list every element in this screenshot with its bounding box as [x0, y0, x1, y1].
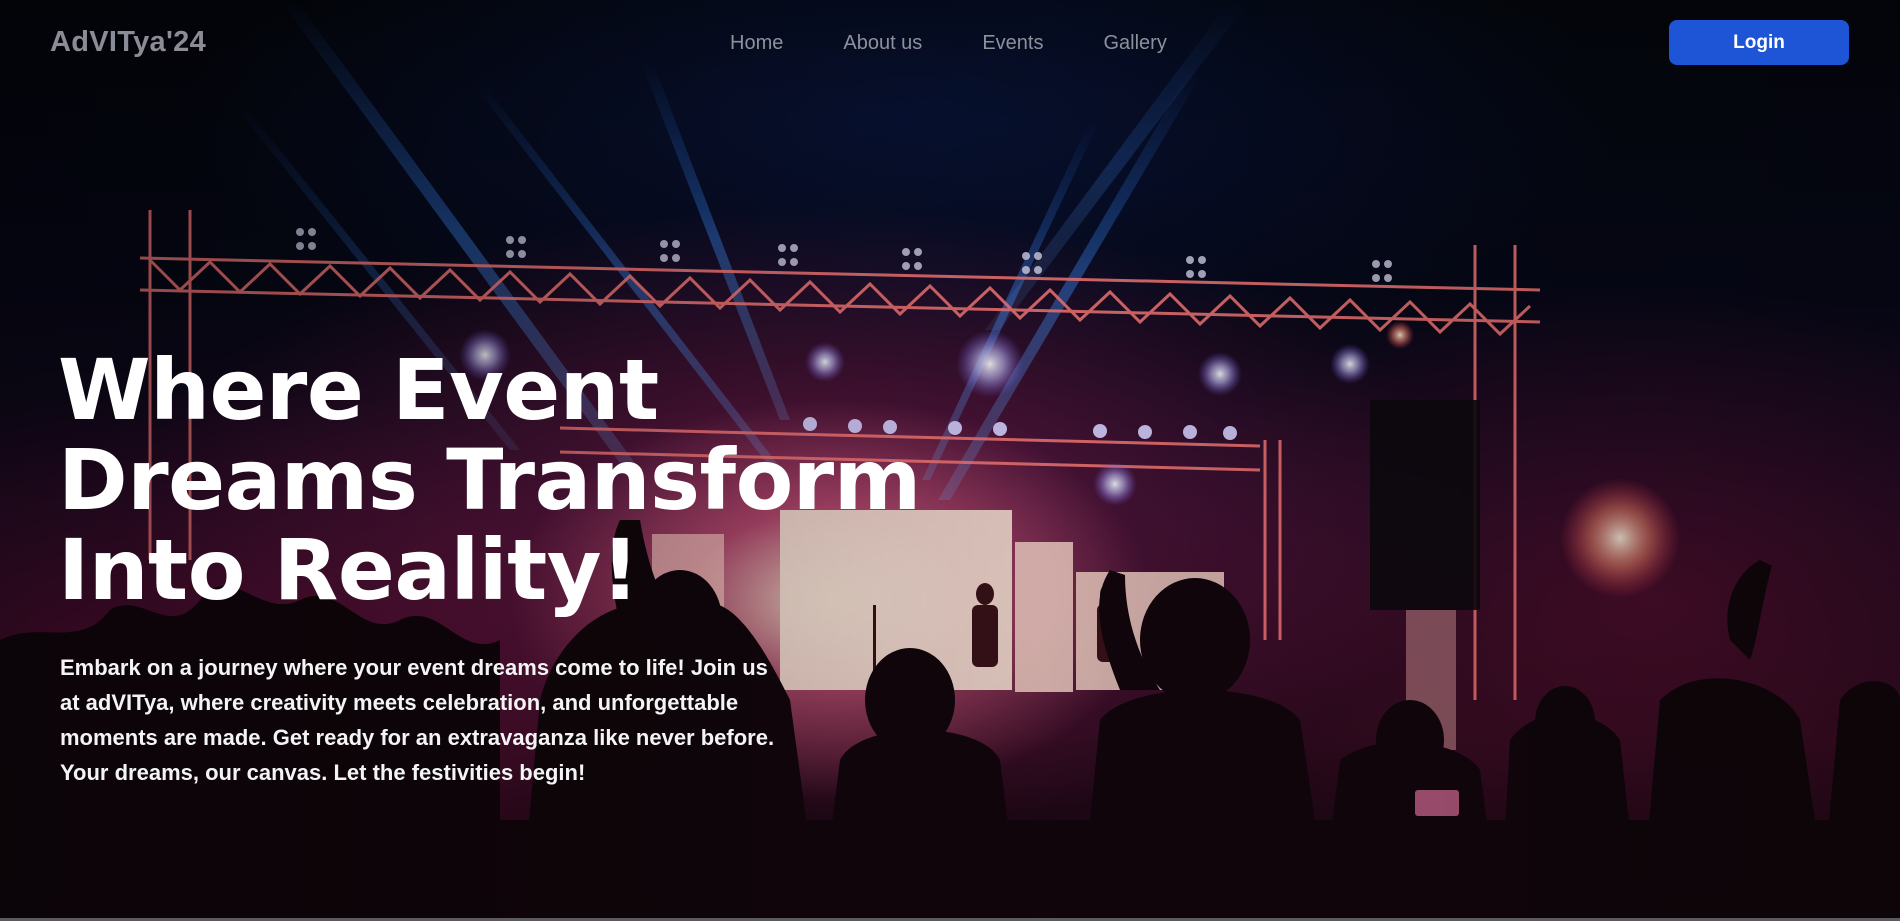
- nav-links: Home About us Events Gallery: [730, 32, 1167, 55]
- brand-logo[interactable]: AdVITya'24: [50, 26, 206, 59]
- hero-title: Where Event Dreams Transform Into Realit…: [58, 345, 958, 615]
- landing-page: AdVITya'24 Home About us Events Gallery …: [0, 0, 1900, 921]
- hero-title-line-3: Into Reality!: [58, 521, 639, 619]
- hero-description: Embark on a journey where your event dre…: [60, 655, 775, 785]
- hero-title-line-2: Dreams Transform: [58, 431, 921, 529]
- hero-title-line-1: Where Event: [58, 341, 659, 439]
- top-navbar: AdVITya'24 Home About us Events Gallery …: [0, 0, 1900, 88]
- login-button[interactable]: Login: [1669, 20, 1849, 65]
- nav-events-link[interactable]: Events: [982, 32, 1043, 55]
- nav-gallery-link[interactable]: Gallery: [1103, 32, 1166, 55]
- nav-about-link[interactable]: About us: [843, 32, 922, 55]
- nav-home-link[interactable]: Home: [730, 32, 783, 55]
